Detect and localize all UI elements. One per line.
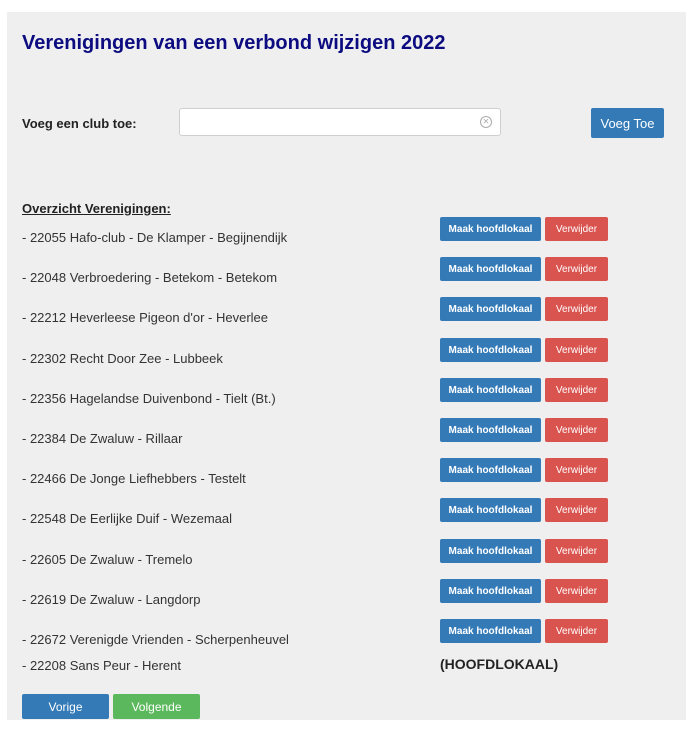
club-name: - 22466 De Jonge Liefhebbers - Testelt xyxy=(22,471,246,486)
delete-button[interactable]: Verwijder xyxy=(545,539,608,563)
add-club-label: Voeg een club toe: xyxy=(22,116,137,131)
delete-button[interactable]: Verwijder xyxy=(545,297,608,321)
make-headquarters-button[interactable]: Maak hoofdlokaal xyxy=(440,539,541,563)
main-panel: Verenigingen van een verbond wijzigen 20… xyxy=(7,12,686,720)
club-name: - 22302 Recht Door Zee - Lubbeek xyxy=(22,351,223,366)
delete-button[interactable]: Verwijder xyxy=(545,217,608,241)
make-headquarters-button[interactable]: Maak hoofdlokaal xyxy=(440,498,541,522)
make-headquarters-button[interactable]: Maak hoofdlokaal xyxy=(440,418,541,442)
club-name: - 22672 Verenigde Vrienden - Scherpenheu… xyxy=(22,632,289,647)
club-name: - 22548 De Eerlijke Duif - Wezemaal xyxy=(22,511,233,526)
club-name: - 22212 Heverleese Pigeon d'or - Heverle… xyxy=(22,310,269,325)
delete-button[interactable]: Verwijder xyxy=(545,338,608,362)
page-title: Verenigingen van een verbond wijzigen 20… xyxy=(22,32,446,54)
club-name: - 22384 De Zwaluw - Rillaar xyxy=(22,431,183,446)
delete-button[interactable]: Verwijder xyxy=(545,257,608,281)
delete-button[interactable]: Verwijder xyxy=(545,619,608,643)
delete-button[interactable]: Verwijder xyxy=(545,378,608,402)
make-headquarters-button[interactable]: Maak hoofdlokaal xyxy=(440,257,541,281)
add-club-field[interactable]: ✕ xyxy=(179,108,501,136)
delete-button[interactable]: Verwijder xyxy=(545,458,608,482)
make-headquarters-button[interactable]: Maak hoofdlokaal xyxy=(440,217,541,241)
club-name: - 22048 Verbroedering - Betekom - Beteko… xyxy=(22,270,278,285)
make-headquarters-button[interactable]: Maak hoofdlokaal xyxy=(440,338,541,362)
make-headquarters-button[interactable]: Maak hoofdlokaal xyxy=(440,579,541,603)
clear-circle-icon[interactable]: ✕ xyxy=(480,116,492,128)
headquarters-club-name: - 22208 Sans Peur - Herent xyxy=(22,658,181,673)
previous-button[interactable]: Vorige xyxy=(22,694,109,719)
overview-heading: Overzicht Verenigingen: xyxy=(22,201,171,216)
make-headquarters-button[interactable]: Maak hoofdlokaal xyxy=(440,458,541,482)
make-headquarters-button[interactable]: Maak hoofdlokaal xyxy=(440,619,541,643)
club-name: - 22055 Hafo-club - De Klamper - Begijne… xyxy=(22,230,288,245)
next-button[interactable]: Volgende xyxy=(113,694,200,719)
club-name: - 22356 Hagelandse Duivenbond - Tielt (B… xyxy=(22,391,276,406)
club-name: - 22605 De Zwaluw - Tremelo xyxy=(22,552,193,567)
delete-button[interactable]: Verwijder xyxy=(545,498,608,522)
headquarters-label: (HOOFDLOKAAL) xyxy=(440,656,559,672)
make-headquarters-button[interactable]: Maak hoofdlokaal xyxy=(440,378,541,402)
delete-button[interactable]: Verwijder xyxy=(545,579,608,603)
club-name: - 22619 De Zwaluw - Langdorp xyxy=(22,592,201,607)
add-club-button[interactable]: Voeg Toe xyxy=(591,108,664,138)
delete-button[interactable]: Verwijder xyxy=(545,418,608,442)
add-club-input[interactable] xyxy=(180,109,470,135)
make-headquarters-button[interactable]: Maak hoofdlokaal xyxy=(440,297,541,321)
